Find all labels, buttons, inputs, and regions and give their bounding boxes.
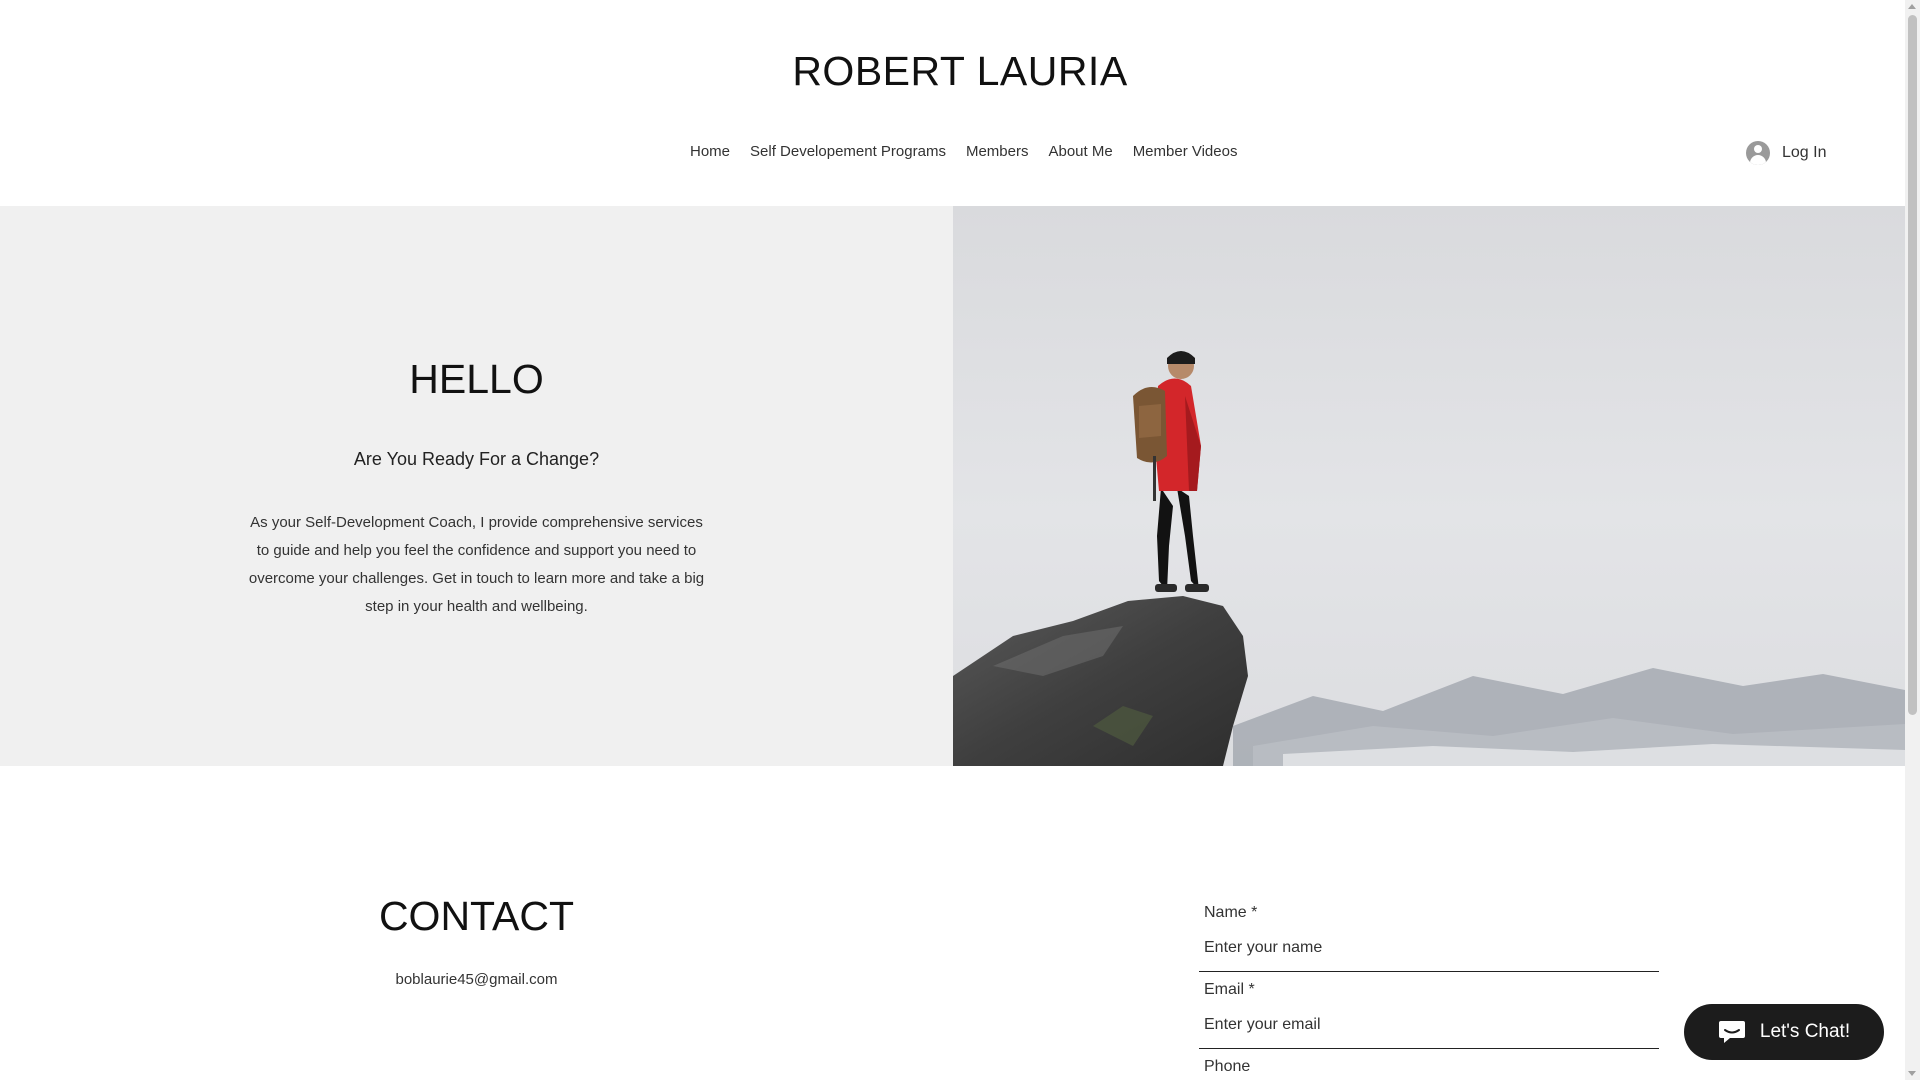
hero-image [953, 206, 1905, 766]
chat-button[interactable]: Let's Chat! [1684, 1004, 1884, 1060]
name-field-group: Name * [1199, 900, 1659, 977]
email-field-group: Email * [1199, 977, 1659, 1054]
scroll-up-arrow-icon[interactable] [1908, 4, 1916, 9]
phone-field-group: Phone [1199, 1054, 1659, 1080]
hiker-on-cliff-image [953, 206, 1905, 766]
login-label: Log In [1782, 144, 1827, 161]
nav-item-self-development-programs[interactable]: Self Developement Programs [740, 143, 956, 160]
login-button[interactable]: Log In [1746, 141, 1826, 165]
hero-heading: HELLO [409, 356, 544, 402]
page: ROBERT LAURIA Home Self Developement Pro… [0, 0, 1920, 1080]
main-nav: Home Self Developement Programs Members … [680, 143, 1247, 160]
site-title[interactable]: ROBERT LAURIA [0, 48, 1920, 95]
scroll-down-arrow-icon[interactable] [1908, 1071, 1916, 1076]
contact-heading: CONTACT [378, 893, 575, 939]
user-avatar-icon [1746, 141, 1770, 165]
nav-item-home[interactable]: Home [680, 143, 740, 160]
email-label: Email * [1204, 981, 1255, 998]
contact-email-link[interactable]: boblaurie45@gmail.com [0, 971, 953, 988]
name-input[interactable] [1199, 924, 1659, 972]
nav-item-member-videos[interactable]: Member Videos [1123, 143, 1248, 160]
phone-label: Phone [1204, 1058, 1251, 1075]
page-scrollbar[interactable] [1905, 0, 1920, 1080]
hero-text-panel: HELLO Are You Ready For a Change? As you… [0, 206, 953, 766]
contact-form: Name * Email * Phone [1199, 900, 1659, 1080]
hero-section: HELLO Are You Ready For a Change? As you… [0, 206, 1905, 766]
hero-body-text: As your Self-Development Coach, I provid… [248, 514, 705, 615]
email-input[interactable] [1199, 1001, 1659, 1049]
chat-bubble-icon [1718, 1021, 1745, 1043]
nav-item-about-me[interactable]: About Me [1038, 143, 1122, 160]
chat-label: Let's Chat! [1759, 1021, 1851, 1042]
hero-subheading: Are You Ready For a Change? [353, 449, 600, 469]
name-label: Name * [1204, 904, 1258, 921]
nav-item-members[interactable]: Members [956, 143, 1039, 160]
scrollbar-thumb[interactable] [1908, 15, 1917, 715]
